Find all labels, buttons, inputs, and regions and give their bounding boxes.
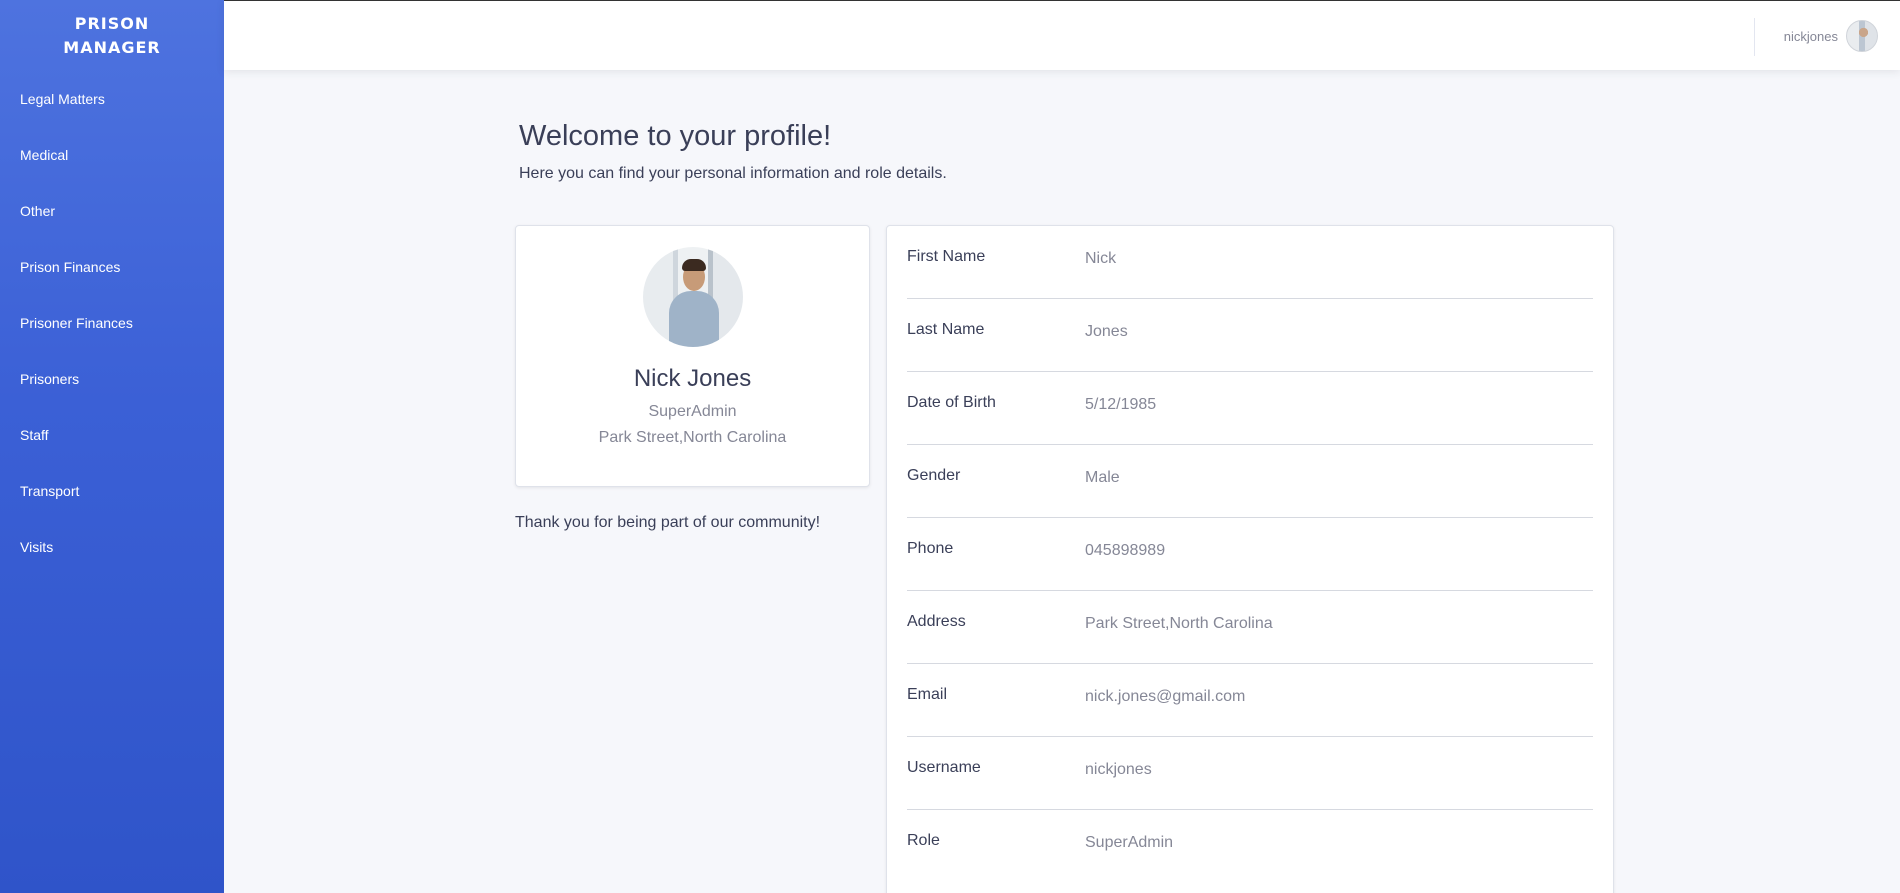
topbar-divider bbox=[1754, 18, 1755, 56]
sidebar-item-staff[interactable]: Staff bbox=[0, 407, 224, 463]
profile-name: Nick Jones bbox=[633, 365, 752, 392]
user-menu[interactable]: nickjones bbox=[1784, 20, 1878, 52]
detail-row-last-name: Last Name Jones bbox=[907, 299, 1593, 372]
profile-card: Nick Jones SuperAdmin Park Street,North … bbox=[515, 225, 870, 487]
sidebar-item-other[interactable]: Other bbox=[0, 183, 224, 239]
detail-row-phone: Phone 045898989 bbox=[907, 518, 1593, 591]
sidebar-item-label: Medical bbox=[20, 147, 69, 163]
topbar: nickjones bbox=[224, 0, 1900, 70]
detail-row-gender: Gender Male bbox=[907, 445, 1593, 518]
sidebar-item-visits[interactable]: Visits bbox=[0, 519, 224, 575]
sidebar-item-transport[interactable]: Transport bbox=[0, 463, 224, 519]
detail-label: Date of Birth bbox=[907, 394, 996, 411]
detail-value: nick.jones@gmail.com bbox=[1085, 688, 1246, 705]
detail-label: Role bbox=[907, 832, 940, 849]
sidebar-item-prisoner-finances[interactable]: Prisoner Finances bbox=[0, 295, 224, 351]
detail-value: Park Street,North Carolina bbox=[1085, 615, 1273, 632]
detail-label: Email bbox=[907, 686, 948, 703]
brand-line-1: PRISON bbox=[74, 14, 150, 33]
sidebar-item-label: Legal Matters bbox=[20, 91, 105, 107]
detail-label: Phone bbox=[907, 540, 954, 557]
detail-value: Male bbox=[1085, 469, 1120, 486]
detail-value: 045898989 bbox=[1085, 542, 1166, 559]
sidebar-item-legal-matters[interactable]: Legal Matters bbox=[0, 71, 224, 127]
sidebar-item-medical[interactable]: Medical bbox=[0, 127, 224, 183]
sidebar-item-prison-finances[interactable]: Prison Finances bbox=[0, 239, 224, 295]
sidebar-item-label: Prisoners bbox=[20, 371, 80, 387]
topbar-username: nickjones bbox=[1783, 28, 1838, 44]
detail-value: SuperAdmin bbox=[1085, 834, 1174, 851]
detail-row-date-of-birth: Date of Birth 5/12/1985 bbox=[907, 372, 1593, 445]
profile-address: Park Street,North Carolina bbox=[598, 429, 787, 446]
detail-label: Gender bbox=[907, 467, 961, 484]
avatar[interactable] bbox=[1846, 20, 1878, 52]
thanks-message: Thank you for being part of our communit… bbox=[515, 514, 821, 531]
sidebar-item-label: Transport bbox=[20, 483, 80, 499]
detail-row-role: Role SuperAdmin bbox=[907, 810, 1593, 883]
detail-label: First Name bbox=[907, 248, 986, 265]
sidebar-item-label: Prisoner Finances bbox=[20, 315, 133, 331]
sidebar: PRISON MANAGER Legal Matters Medical Oth… bbox=[0, 0, 224, 893]
sidebar-item-label: Visits bbox=[20, 539, 54, 555]
profile-role: SuperAdmin bbox=[648, 403, 737, 420]
detail-row-username: Username nickjones bbox=[907, 737, 1593, 810]
sidebar-item-label: Other bbox=[20, 203, 56, 219]
brand-line-2: MANAGER bbox=[63, 38, 161, 57]
detail-row-first-name: First Name Nick bbox=[907, 226, 1593, 299]
detail-value: Jones bbox=[1085, 323, 1128, 340]
profile-avatar bbox=[642, 247, 743, 347]
detail-label: Last Name bbox=[907, 321, 985, 338]
main-content: Welcome to your profile! Here you can fi… bbox=[224, 70, 1900, 893]
detail-row-address: Address Park Street,North Carolina bbox=[907, 591, 1593, 664]
detail-value: nickjones bbox=[1085, 761, 1152, 778]
sidebar-item-label: Prison Finances bbox=[20, 259, 121, 275]
detail-value: 5/12/1985 bbox=[1085, 396, 1157, 413]
detail-value: Nick bbox=[1085, 250, 1117, 267]
sidebar-nav: Legal Matters Medical Other Prison Finan… bbox=[0, 71, 224, 575]
details-card: First Name Nick Last Name Jones Date of … bbox=[886, 225, 1614, 893]
sidebar-item-prisoners[interactable]: Prisoners bbox=[0, 351, 224, 407]
detail-label: Username bbox=[907, 759, 981, 776]
detail-row-email: Email nick.jones@gmail.com bbox=[907, 664, 1593, 737]
detail-label: Address bbox=[907, 613, 966, 630]
app-logo[interactable]: PRISON MANAGER bbox=[0, 0, 224, 72]
sidebar-item-label: Staff bbox=[20, 427, 49, 443]
page-subtitle: Here you can find your personal informat… bbox=[519, 165, 947, 182]
page-title: Welcome to your profile! bbox=[519, 120, 832, 152]
